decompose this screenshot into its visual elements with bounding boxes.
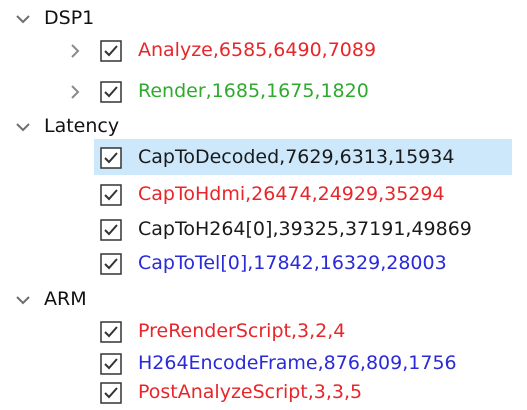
- tree-item-label: CapToHdmi,26474,24929,35294: [138, 183, 445, 205]
- tree-item-captotel[interactable]: CapToTel[0],17842,16329,28003: [0, 245, 527, 281]
- checkbox-checked-icon[interactable]: [100, 382, 122, 404]
- chevron-down-icon[interactable]: [14, 291, 32, 309]
- chevron-right-icon[interactable]: [66, 83, 84, 101]
- tree-item-label: Render,1685,1675,1820: [138, 80, 369, 102]
- checkbox-checked-icon[interactable]: [100, 353, 122, 375]
- tree-item-captoh264[interactable]: CapToH264[0],39325,37191,49869: [0, 211, 527, 247]
- checkbox-checked-icon[interactable]: [100, 253, 122, 275]
- checkbox-checked-icon[interactable]: [100, 147, 122, 169]
- tree-item-label: CapToDecoded,7629,6313,15934: [138, 146, 455, 168]
- tree-group-arm[interactable]: ARM: [0, 281, 527, 317]
- checkbox-checked-icon[interactable]: [100, 81, 122, 103]
- checkbox-checked-icon[interactable]: [100, 321, 122, 343]
- chevron-right-icon[interactable]: [66, 42, 84, 60]
- chevron-down-icon[interactable]: [14, 10, 32, 28]
- tree-item-label: Analyze,6585,6490,7089: [138, 39, 377, 61]
- tree-item-label: PreRenderScript,3,2,4: [138, 320, 346, 342]
- checkbox-checked-icon[interactable]: [100, 219, 122, 241]
- tree-item-label: H264EncodeFrame,876,809,1756: [138, 352, 457, 374]
- tree-item-label: CapToH264[0],39325,37191,49869: [138, 218, 472, 240]
- checkbox-checked-icon[interactable]: [100, 184, 122, 206]
- tree-item-render[interactable]: Render,1685,1675,1820: [0, 73, 527, 109]
- tree-item-label: CapToTel[0],17842,16329,28003: [138, 252, 447, 274]
- tree-group-label: DSP1: [44, 7, 95, 29]
- tree-item-captohdmi[interactable]: CapToHdmi,26474,24929,35294: [0, 176, 527, 212]
- tree-item-captodecoded[interactable]: CapToDecoded,7629,6313,15934: [0, 139, 527, 175]
- counter-tree: DSP1 Analyze,6585,6490,7089 Render,1685,…: [0, 0, 527, 406]
- tree-item-label: PostAnalyzeScript,3,3,5: [138, 381, 363, 403]
- chevron-down-icon[interactable]: [14, 118, 32, 136]
- tree-item-postanalyzescript[interactable]: PostAnalyzeScript,3,3,5: [0, 374, 527, 410]
- tree-group-label: Latency: [44, 115, 120, 137]
- checkbox-checked-icon[interactable]: [100, 40, 122, 62]
- tree-group-label: ARM: [44, 288, 87, 310]
- tree-item-analyze[interactable]: Analyze,6585,6490,7089: [0, 32, 527, 68]
- tree-item-prerenderscript[interactable]: PreRenderScript,3,2,4: [0, 313, 527, 349]
- tree-group-dsp1[interactable]: DSP1: [0, 0, 527, 36]
